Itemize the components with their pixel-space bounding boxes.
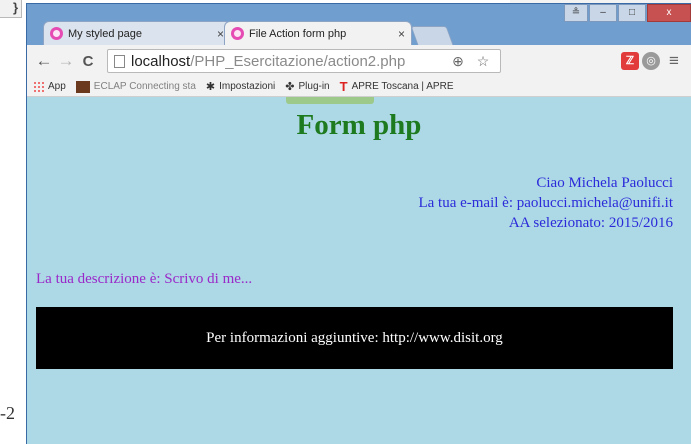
apps-grid-icon xyxy=(33,81,44,92)
greeting-text: Ciao Michela Paolucci xyxy=(536,175,673,191)
bookmark-impostazioni[interactable]: ✱ Impostazioni xyxy=(206,80,275,93)
browser-window: My styled page × File Action form php × … xyxy=(26,3,691,444)
slide-left-fragment: -2 xyxy=(0,403,15,423)
footer-text: Per informazioni aggiuntive: http://www.… xyxy=(206,329,503,346)
bookmark-plugin[interactable]: ✤ Plug-in xyxy=(285,80,329,93)
user-info: Ciao Michela Paolucci La tua e-mail è: p… xyxy=(418,173,673,233)
bookmark-label: APRE Toscana | APRE xyxy=(351,81,454,92)
bookmark-label: Plug-in xyxy=(298,81,330,92)
maximize-button[interactable]: □ xyxy=(618,4,646,22)
info-footer: Per informazioni aggiuntive: http://www.… xyxy=(36,307,673,369)
back-button[interactable]: ← xyxy=(33,51,55,71)
bookmark-label: ECLAP Connecting sta xyxy=(93,81,196,92)
tab-my-styled-page[interactable]: My styled page × xyxy=(43,21,231,45)
close-window-button[interactable]: x xyxy=(647,4,691,22)
menu-icon[interactable]: ≡ xyxy=(663,51,685,71)
tab-file-action-form-php[interactable]: File Action form php × xyxy=(224,21,412,45)
address-bar[interactable]: localhost/PHP_Esercitazione/action2.php … xyxy=(107,49,501,73)
slide-corner-glyph: } xyxy=(12,0,18,15)
description-text: La tua descrizione è: Scrivo di me... xyxy=(36,271,253,287)
tab-title: File Action form php xyxy=(249,27,347,40)
bookmark-eclap[interactable]: ECLAP Connecting sta xyxy=(75,80,196,93)
slide-corner-fragment: } xyxy=(0,0,22,18)
page-title: Form php xyxy=(296,109,422,141)
tab-close-icon[interactable]: × xyxy=(217,27,224,41)
bookmark-apps[interactable]: App xyxy=(33,81,66,92)
page-icon xyxy=(114,54,125,68)
bookmark-label: Impostazioni xyxy=(219,81,276,92)
url-host: localhost xyxy=(131,52,191,70)
academic-year-text: AA selezionato: 2015/2016 xyxy=(508,215,673,231)
page-viewport: Form php Ciao Michela Paolucci La tua e-… xyxy=(27,97,691,444)
tab-close-icon[interactable]: × xyxy=(398,27,405,41)
page-favicon-icon xyxy=(231,27,244,40)
grey-extension-icon[interactable]: ◎ xyxy=(642,52,660,70)
bookmark-label: App xyxy=(48,81,66,92)
eclap-logo-icon xyxy=(75,80,90,93)
bookmarks-bar: App ECLAP Connecting sta ✱ Impostazioni … xyxy=(27,77,691,97)
tab-title: My styled page xyxy=(68,27,142,40)
apre-logo-icon: T xyxy=(339,79,348,94)
browser-toolbar: ← → C localhost/PHP_Esercitazione/action… xyxy=(27,45,691,77)
extension-icons: ℤ ◎ ≡ xyxy=(618,51,685,71)
star-icon[interactable]: ☆ xyxy=(472,53,494,70)
page-favicon-icon xyxy=(50,27,63,40)
minimize-button[interactable]: – xyxy=(589,4,617,22)
gear-icon: ✱ xyxy=(205,81,216,93)
url-path: /PHP_Esercitazione/action2.php xyxy=(190,52,406,70)
bookmark-apre-toscana[interactable]: T APRE Toscana | APRE xyxy=(340,79,454,94)
title-bar: My styled page × File Action form php × … xyxy=(27,4,691,45)
forward-button[interactable]: → xyxy=(55,51,77,71)
zoom-icon[interactable]: ⊕ xyxy=(447,53,469,70)
new-tab-button[interactable] xyxy=(410,26,454,45)
profile-icon[interactable]: ≗ xyxy=(564,4,588,22)
window-controls: ≗ – □ x xyxy=(563,4,691,22)
puzzle-icon: ✤ xyxy=(285,81,295,93)
decorative-green-tab xyxy=(286,97,374,104)
email-text: La tua e-mail è: paolucci.michela@unifi.… xyxy=(418,195,673,211)
red-extension-icon[interactable]: ℤ xyxy=(621,52,639,70)
reload-button[interactable]: C xyxy=(77,53,99,70)
